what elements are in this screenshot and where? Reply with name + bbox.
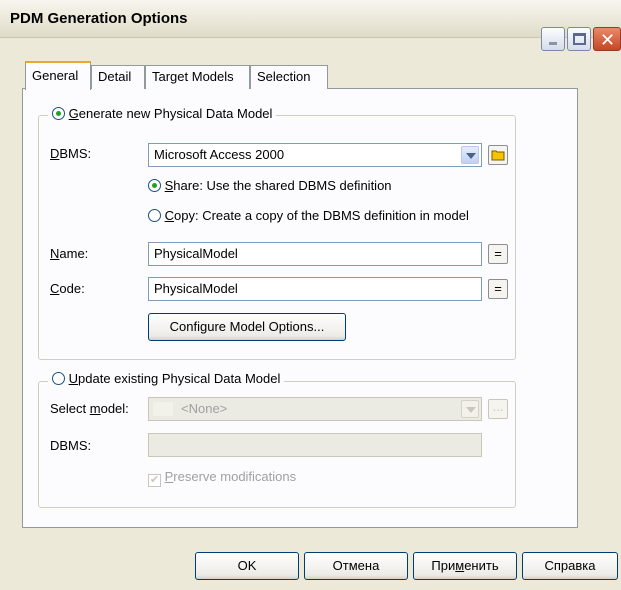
- tab-general[interactable]: General: [25, 61, 91, 90]
- help-button[interactable]: Справка: [522, 552, 618, 580]
- tab-label: General: [32, 68, 79, 83]
- model-icon: [153, 402, 173, 416]
- dbms-properties-button[interactable]: [488, 145, 508, 165]
- chevron-down-icon[interactable]: [461, 146, 479, 164]
- tab-target-models[interactable]: Target Models: [145, 65, 250, 89]
- chevron-down-icon[interactable]: [461, 400, 479, 418]
- dbms-select-value: Microsoft Access 2000: [154, 147, 285, 162]
- radio-indicator: [148, 209, 161, 222]
- radio-indicator: [148, 179, 161, 192]
- update-dbms-field: [148, 433, 482, 457]
- folder-icon: [491, 150, 505, 161]
- name-label: Name:: [50, 246, 89, 261]
- equals-icon: =: [494, 246, 502, 261]
- share-radio-label: Share: Use the shared DBMS definition: [164, 178, 392, 193]
- share-radio[interactable]: Share: Use the shared DBMS definition: [148, 178, 392, 193]
- copy-radio[interactable]: Copy: Create a copy of the DBMS definiti…: [148, 208, 469, 223]
- maximize-icon: [573, 33, 586, 45]
- ellipsis-icon: ...: [492, 399, 504, 414]
- close-button[interactable]: ✕: [593, 27, 621, 51]
- minimize-button[interactable]: [541, 27, 565, 51]
- select-model-label: Select model:: [50, 401, 129, 416]
- code-input[interactable]: PhysicalModel: [148, 277, 482, 301]
- radio-indicator: [52, 107, 65, 120]
- update-existing-label: Update existing Physical Data Model: [68, 371, 281, 386]
- update-existing-radio[interactable]: Update existing Physical Data Model: [48, 371, 285, 386]
- copy-radio-label: Copy: Create a copy of the DBMS definiti…: [164, 208, 469, 223]
- preserve-modifications-checkbox[interactable]: ✔ Preserve modifications: [148, 469, 296, 487]
- code-input-value: PhysicalModel: [154, 281, 238, 296]
- update-dbms-label: DBMS:: [50, 438, 92, 453]
- code-label: Code:: [50, 281, 85, 296]
- tab-label: Target Models: [152, 69, 234, 84]
- dbms-label: DBMS:: [50, 146, 92, 161]
- name-input[interactable]: PhysicalModel: [148, 242, 482, 266]
- cancel-button[interactable]: Отмена: [304, 552, 408, 580]
- generate-new-label: Generate new Physical Data Model: [68, 106, 273, 121]
- minimize-icon: [549, 42, 557, 45]
- code-equals-button[interactable]: =: [488, 279, 508, 299]
- maximize-button[interactable]: [567, 27, 591, 51]
- ok-button[interactable]: OK: [195, 552, 299, 580]
- name-to-code-button[interactable]: =: [488, 244, 508, 264]
- close-icon: ✕: [600, 30, 616, 50]
- select-model-combo[interactable]: <None>: [148, 397, 482, 421]
- tab-detail[interactable]: Detail: [91, 65, 145, 89]
- tab-selection[interactable]: Selection: [250, 65, 328, 89]
- preserve-modifications-label: Preserve modifications: [164, 469, 297, 484]
- dbms-select[interactable]: Microsoft Access 2000: [148, 143, 482, 167]
- configure-model-options-button[interactable]: Configure Model Options...: [148, 313, 346, 341]
- equals-icon: =: [494, 281, 502, 296]
- tab-label: Selection: [257, 69, 311, 84]
- browse-model-button[interactable]: ...: [488, 399, 508, 419]
- select-model-value: <None>: [181, 401, 228, 416]
- title-bar[interactable]: PDM Generation Options: [0, 0, 621, 38]
- tab-label: Detail: [98, 69, 132, 84]
- check-icon: ✔: [148, 474, 161, 487]
- generate-new-radio[interactable]: Generate new Physical Data Model: [48, 106, 277, 121]
- radio-indicator: [52, 372, 65, 385]
- name-input-value: PhysicalModel: [154, 246, 238, 261]
- apply-button[interactable]: Применить: [413, 552, 517, 580]
- window-title: PDM Generation Options: [10, 10, 188, 27]
